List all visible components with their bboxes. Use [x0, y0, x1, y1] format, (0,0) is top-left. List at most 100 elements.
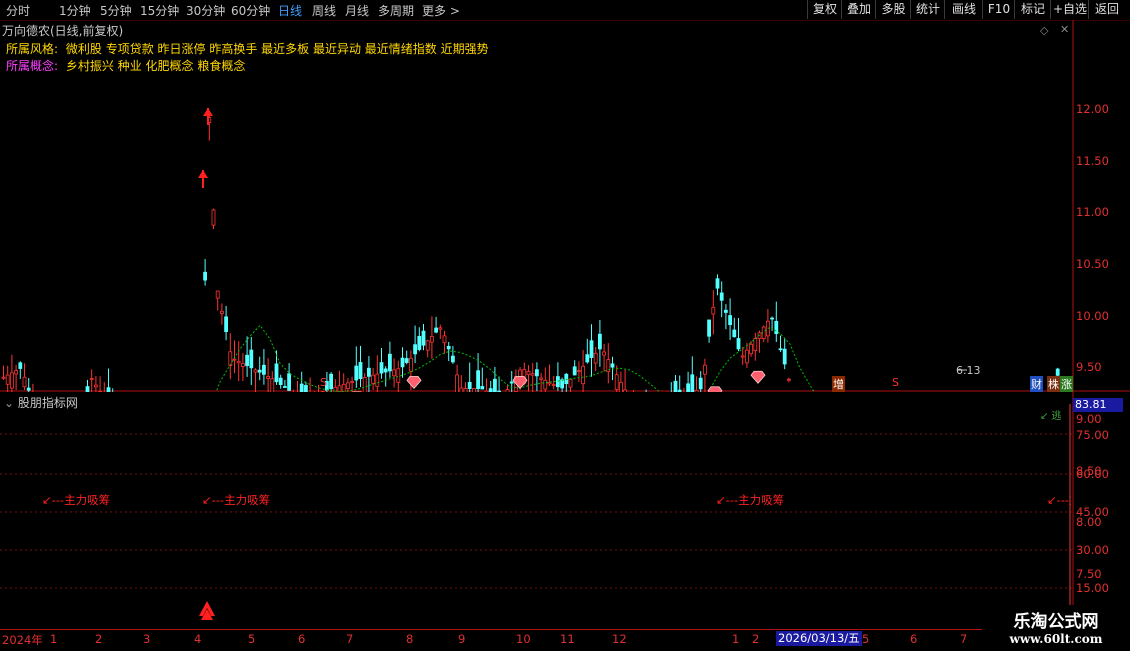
- period-tab-weekly[interactable]: 周线: [312, 2, 336, 19]
- candle-body: [573, 367, 576, 375]
- period-toolbar: 分时 1分钟 5分钟 15分钟 30分钟 60分钟 日线 周线 月线 多周期 更…: [0, 0, 1130, 21]
- candle-body: [254, 370, 257, 372]
- stock-badge[interactable]: 株: [1047, 376, 1060, 392]
- period-tab-multi[interactable]: 多周期: [378, 2, 414, 19]
- price-tick: 10.00: [1076, 309, 1130, 323]
- event-marker-increase[interactable]: 增: [832, 376, 845, 392]
- candle-body: [346, 383, 349, 389]
- candle-body: [426, 341, 429, 350]
- month-label: 4: [194, 632, 201, 646]
- period-tab-timeshare[interactable]: 分时: [6, 2, 30, 19]
- mark-button[interactable]: 标记: [1014, 0, 1051, 19]
- candle-body: [401, 358, 404, 367]
- candle-body: [262, 365, 265, 374]
- candle-body: [405, 359, 408, 363]
- candle-body: [258, 370, 261, 372]
- candle-body: [674, 381, 677, 392]
- month-label: 2: [752, 632, 759, 646]
- indicator-chart[interactable]: [0, 392, 1130, 630]
- multi-stock-button[interactable]: 多股: [875, 0, 911, 19]
- add-favorite-button[interactable]: +自选: [1050, 0, 1089, 19]
- f10-button[interactable]: F10: [982, 0, 1015, 19]
- period-tab-more[interactable]: 更多 >: [422, 2, 460, 19]
- moving-average-line: [200, 325, 1060, 392]
- period-tab-15min[interactable]: 15分钟: [140, 2, 179, 19]
- period-tab-5min[interactable]: 5分钟: [100, 2, 132, 19]
- candle-body: [540, 378, 543, 379]
- candle-group: [2, 116, 1068, 392]
- candle-body: [351, 381, 354, 382]
- candle-body: [246, 355, 249, 365]
- candle-body: [237, 361, 240, 363]
- price-tick: 12.00: [1076, 102, 1130, 116]
- candle-body: [388, 354, 391, 371]
- watermark: 乐淘公式网 www.60lt.com: [982, 605, 1130, 650]
- indicator-tick-75: 75.00: [1076, 428, 1130, 442]
- candle-body: [787, 379, 790, 380]
- candle-body: [23, 377, 26, 387]
- month-label: 5: [248, 632, 255, 646]
- candle-body: [716, 279, 719, 288]
- overlay-button[interactable]: 叠加: [841, 0, 876, 19]
- candle-body: [544, 380, 547, 389]
- month-label: 10: [516, 632, 531, 646]
- candle-body: [443, 336, 446, 343]
- candle-body: [712, 307, 715, 314]
- month-label: 3: [143, 632, 150, 646]
- candle-body: [754, 339, 757, 351]
- month-label: 1: [732, 632, 739, 646]
- candle-body: [720, 293, 723, 300]
- candle-body: [603, 352, 606, 355]
- candle-body: [703, 365, 706, 374]
- gem-signal-icon: [407, 376, 421, 388]
- candle-body: [708, 320, 711, 336]
- candle-body: [19, 363, 22, 369]
- event-marker-s2[interactable]: S: [892, 376, 899, 389]
- price-tick: 10.50: [1076, 257, 1130, 271]
- candle-body: [451, 356, 454, 362]
- period-tab-1min[interactable]: 1分钟: [59, 2, 91, 19]
- period-tab-60min[interactable]: 60分钟: [231, 2, 270, 19]
- candlestick-chart[interactable]: 6.13: [0, 20, 1130, 392]
- candle-body: [275, 364, 278, 382]
- low-price-label: 6.13: [956, 364, 981, 377]
- restore-rights-button[interactable]: 复权: [807, 0, 842, 19]
- candle-body: [582, 366, 585, 383]
- candle-body: [741, 356, 744, 357]
- month-label: 7: [346, 632, 353, 646]
- month-label: 12: [612, 632, 627, 646]
- indicator-tick-15: 15.00: [1076, 581, 1130, 595]
- candle-body: [355, 366, 358, 380]
- candle-body: [556, 377, 559, 387]
- period-tab-30min[interactable]: 30分钟: [186, 2, 225, 19]
- draw-line-button[interactable]: 画线: [944, 0, 983, 19]
- candle-body: [380, 363, 383, 373]
- back-button[interactable]: 返回: [1088, 0, 1125, 19]
- gem-signal-icon: [751, 371, 765, 383]
- month-label: 1: [50, 632, 57, 646]
- period-tab-monthly[interactable]: 月线: [345, 2, 369, 19]
- candle-body: [590, 341, 593, 358]
- candle-body: [216, 291, 219, 298]
- period-tab-daily[interactable]: 日线: [278, 2, 302, 19]
- candle-body: [250, 350, 253, 368]
- candle-body: [1056, 369, 1059, 375]
- candle-body: [439, 328, 442, 329]
- rise-badge[interactable]: 涨: [1060, 376, 1073, 392]
- event-marker-s[interactable]: S: [320, 376, 327, 389]
- candle-body: [204, 272, 207, 280]
- finance-badge[interactable]: 财: [1030, 376, 1043, 392]
- month-label: 7: [960, 632, 967, 646]
- candle-body: [691, 375, 694, 392]
- indicator-value-box: 83.81: [1073, 398, 1123, 412]
- candle-body: [619, 382, 622, 392]
- candle-body: [456, 375, 459, 392]
- candle-body: [233, 359, 236, 360]
- candle-body: [372, 375, 375, 383]
- candle-body: [527, 372, 530, 375]
- escape-label: ↙ 逃: [1040, 407, 1062, 422]
- candle-body: [397, 369, 400, 383]
- statistics-button[interactable]: 统计: [910, 0, 945, 19]
- candle-body: [15, 371, 18, 374]
- candle-body: [220, 311, 223, 313]
